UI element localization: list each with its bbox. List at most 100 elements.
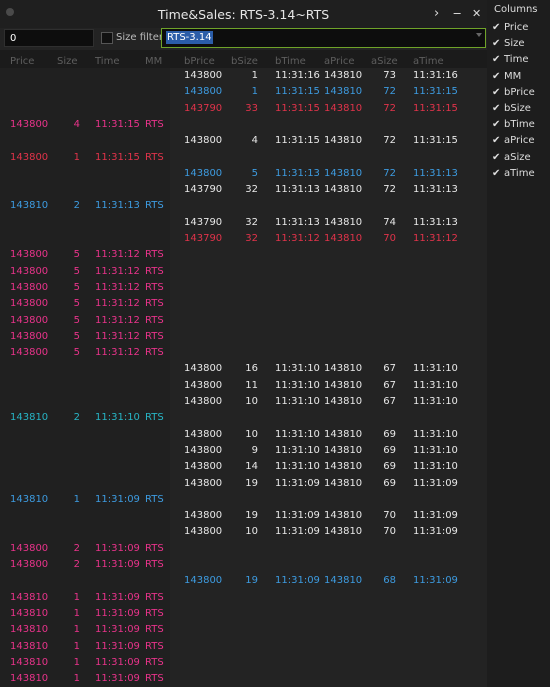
- quote-row[interactable]: 143800 9 11:31:10 143810 69 11:31:10: [170, 443, 487, 459]
- column-toggle-bprice[interactable]: ✔ bPrice: [492, 87, 535, 101]
- size-filter-checkbox[interactable]: [101, 32, 113, 44]
- price-cell: 143810: [10, 656, 49, 668]
- column-toggle-btime[interactable]: ✔ bTime: [492, 119, 535, 133]
- column-toggle-atime[interactable]: ✔ aTime: [492, 168, 535, 182]
- header-time[interactable]: Time: [95, 56, 119, 67]
- checkmark-icon: ✔: [492, 167, 501, 179]
- trade-row[interactable]: 143800 2 11:31:09 RTS: [0, 557, 170, 573]
- time-cell: 11:31:12: [95, 265, 140, 277]
- trade-row[interactable]: 143800 5 11:31:12 RTS: [0, 280, 170, 296]
- header-aprice[interactable]: aPrice: [324, 56, 355, 67]
- mm-cell: RTS: [145, 265, 164, 277]
- quote-row[interactable]: 143800 11 11:31:10 143810 67 11:31:10: [170, 378, 487, 394]
- trade-row[interactable]: 143800 5 11:31:12 RTS: [0, 329, 170, 345]
- trade-row[interactable]: 143810 2 11:31:13 RTS: [0, 198, 170, 214]
- trade-row[interactable]: 143810 1 11:31:09 RTS: [0, 606, 170, 622]
- aprice-cell: 143810: [324, 102, 363, 114]
- quote-row[interactable]: 143800 19 11:31:09 143810 69 11:31:09: [170, 476, 487, 492]
- quote-row[interactable]: 143800 5 11:31:13 143810 72 11:31:13: [170, 166, 487, 182]
- quote-row[interactable]: 143800 10 11:31:09 143810 70 11:31:09: [170, 524, 487, 540]
- bprice-cell: 143790: [184, 184, 223, 196]
- bsize-cell: 10: [245, 396, 258, 407]
- header-size[interactable]: Size: [57, 56, 78, 67]
- header-mm[interactable]: MM: [145, 56, 162, 67]
- column-toggle-mm[interactable]: ✔ MM: [492, 71, 521, 85]
- mm-cell: RTS: [145, 298, 164, 310]
- quote-row[interactable]: 143790 32 11:31:13 143810 72 11:31:13: [170, 182, 487, 198]
- trade-row[interactable]: 143800 5 11:31:12 RTS: [0, 264, 170, 280]
- quote-row[interactable]: 143800 10 11:31:10 143810 69 11:31:10: [170, 427, 487, 443]
- trade-row[interactable]: 143800 5 11:31:12 RTS: [0, 313, 170, 329]
- column-toggle-asize[interactable]: ✔ aSize: [492, 152, 531, 166]
- quote-row[interactable]: 143800 1 11:31:15 143810 72 11:31:15: [170, 84, 487, 100]
- aprice-cell: 143810: [324, 428, 363, 440]
- btime-cell: 11:31:13: [275, 167, 320, 179]
- atime-cell: 11:31:16: [413, 70, 458, 81]
- quote-row[interactable]: 143790 33 11:31:15 143810 72 11:31:15: [170, 101, 487, 117]
- trade-row[interactable]: 143810 2 11:31:10 RTS: [0, 410, 170, 426]
- time-cell: 11:31:09: [95, 640, 140, 652]
- trade-row[interactable]: 143800 5 11:31:12 RTS: [0, 247, 170, 263]
- asize-cell: 69: [383, 477, 396, 489]
- chevron-right-icon[interactable]: ›: [434, 6, 439, 21]
- symbol-combobox[interactable]: RTS-3.14: [161, 28, 486, 48]
- aprice-cell: 143810: [324, 70, 363, 81]
- header-btime[interactable]: bTime: [275, 56, 306, 67]
- mm-cell: RTS: [145, 347, 164, 359]
- minimize-icon[interactable]: ‒: [453, 6, 461, 21]
- header-bprice[interactable]: bPrice: [184, 56, 215, 67]
- quote-row[interactable]: 143800 19 11:31:09 143810 68 11:31:09: [170, 573, 487, 589]
- close-icon[interactable]: ✕: [472, 7, 481, 20]
- bsize-cell: 32: [245, 233, 258, 244]
- column-toggle-aprice[interactable]: ✔ aPrice: [492, 135, 535, 149]
- trade-row[interactable]: 143810 1 11:31:09 RTS: [0, 492, 170, 508]
- trade-row[interactable]: 143800 1 11:31:15 RTS: [0, 150, 170, 166]
- quote-row[interactable]: 143800 4 11:31:15 143810 72 11:31:15: [170, 133, 487, 149]
- quote-row[interactable]: 143790 32 11:31:13 143810 74 11:31:13: [170, 215, 487, 231]
- header-atime[interactable]: aTime: [413, 56, 444, 67]
- header-price[interactable]: Price: [10, 56, 34, 67]
- quote-row[interactable]: 143800 16 11:31:10 143810 67 11:31:10: [170, 361, 487, 377]
- quote-row[interactable]: 143800 10 11:31:10 143810 67 11:31:10: [170, 394, 487, 410]
- column-toggle-time[interactable]: ✔ Time: [492, 54, 528, 68]
- aprice-cell: 143810: [324, 135, 363, 147]
- bsize-cell: 10: [245, 428, 258, 440]
- trade-row[interactable]: 143810 1 11:31:09 RTS: [0, 671, 170, 687]
- trade-row[interactable]: 143810 1 11:31:09 RTS: [0, 655, 170, 671]
- trade-row[interactable]: 143800 4 11:31:15 RTS: [0, 117, 170, 133]
- atime-cell: 11:31:13: [413, 167, 458, 179]
- size-cell: 5: [73, 281, 80, 293]
- quote-row[interactable]: 143800 14 11:31:10 143810 69 11:31:10: [170, 459, 487, 475]
- trade-row[interactable]: 143800 5 11:31:12 RTS: [0, 345, 170, 361]
- bsize-cell: 4: [251, 135, 258, 147]
- bsize-cell: 11: [245, 379, 258, 391]
- column-toggle-price[interactable]: ✔ Price: [492, 22, 528, 36]
- dropdown-arrow-icon[interactable]: [476, 33, 482, 37]
- quote-row[interactable]: 143800 19 11:31:09 143810 70 11:31:09: [170, 508, 487, 524]
- asize-cell: 70: [383, 233, 396, 244]
- trade-row[interactable]: 143810 1 11:31:09 RTS: [0, 639, 170, 655]
- quote-row[interactable]: 143800 1 11:31:16 143810 73 11:31:16: [170, 68, 487, 84]
- atime-cell: 11:31:10: [413, 379, 458, 391]
- column-toggle-bsize[interactable]: ✔ bSize: [492, 103, 531, 117]
- header-asize[interactable]: aSize: [371, 56, 398, 67]
- quote-row[interactable]: 143790 32 11:31:12 143810 70 11:31:12: [170, 231, 487, 247]
- column-toggle-label: aPrice: [504, 135, 535, 147]
- trade-row[interactable]: 143810 1 11:31:09 RTS: [0, 622, 170, 638]
- asize-cell: 69: [383, 428, 396, 440]
- asize-cell: 70: [383, 510, 396, 522]
- bsize-cell: 32: [245, 216, 258, 228]
- price-filter-input[interactable]: [4, 29, 94, 47]
- size-cell: 2: [73, 542, 80, 554]
- trade-row[interactable]: 143800 2 11:31:09 RTS: [0, 541, 170, 557]
- time-cell: 11:31:09: [95, 542, 140, 554]
- mm-cell: RTS: [145, 200, 164, 212]
- time-and-sales-grid[interactable]: 143800 4 11:31:15 RTS 143800 1 11:31:15 RTS 1438…: [0, 68, 487, 687]
- price-cell: 143800: [10, 559, 49, 570]
- size-cell: 5: [73, 265, 80, 277]
- header-bsize[interactable]: bSize: [231, 56, 258, 67]
- checkmark-icon: ✔: [492, 22, 501, 33]
- trade-row[interactable]: 143810 1 11:31:09 RTS: [0, 590, 170, 606]
- trade-row[interactable]: 143800 5 11:31:12 RTS: [0, 296, 170, 312]
- column-toggle-size[interactable]: ✔ Size: [492, 38, 525, 52]
